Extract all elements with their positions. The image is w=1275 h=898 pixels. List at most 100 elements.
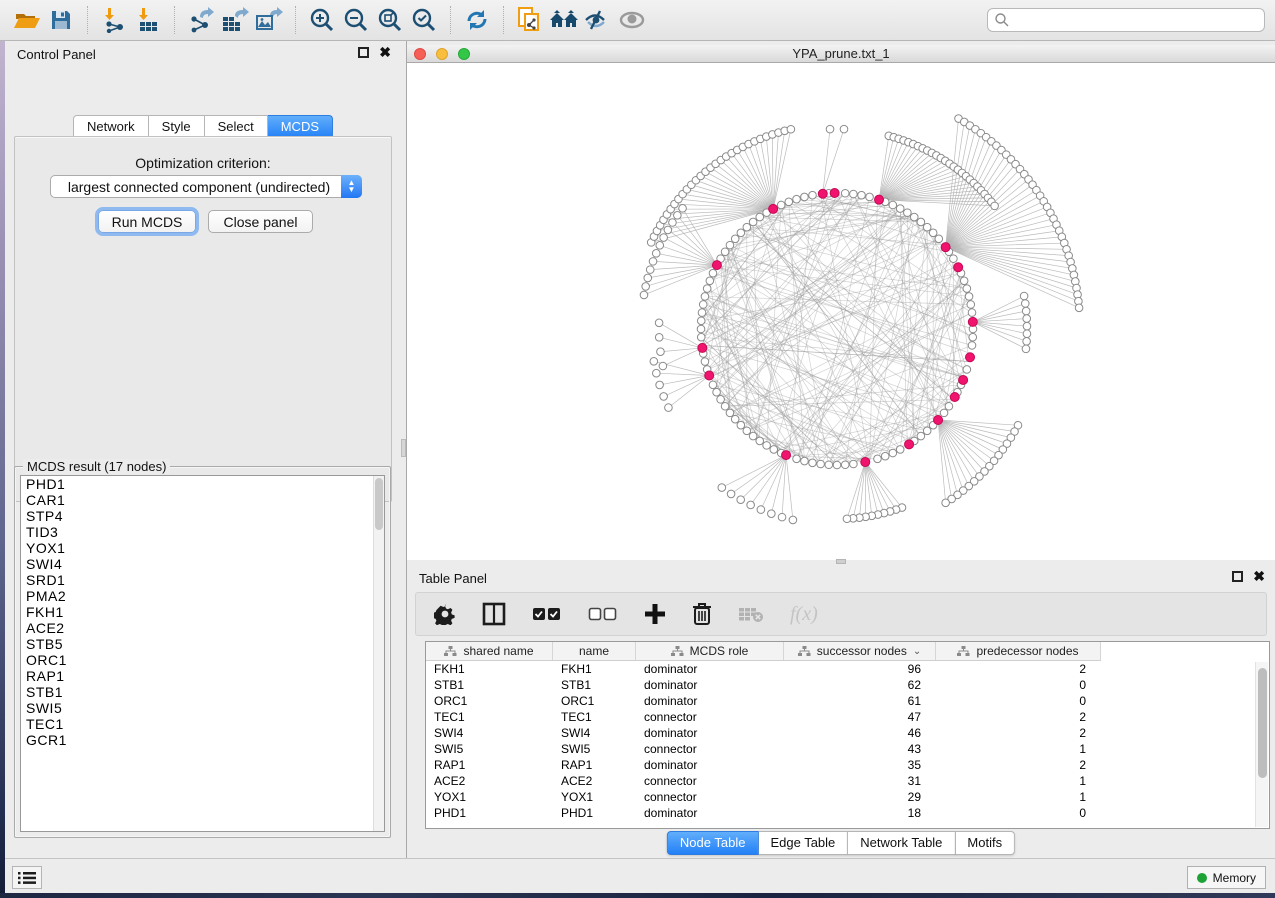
criterion-combobox[interactable]: largest connected component (undirected)… — [50, 175, 362, 198]
tab-network-table[interactable]: Network Table — [848, 831, 955, 855]
table-cell: dominator — [636, 661, 784, 677]
mcds-result-item[interactable]: GCR1 — [21, 732, 384, 748]
table-cell — [1101, 805, 1269, 821]
mcds-result-item[interactable]: PHD1 — [21, 476, 384, 492]
table-cell: SWI4 — [553, 725, 636, 741]
table-row[interactable]: STB1STB1dominator620 — [426, 677, 1269, 693]
network-overview-icon[interactable] — [547, 4, 581, 36]
close-panel-button[interactable]: Close panel — [208, 210, 313, 233]
export-image-icon[interactable] — [252, 4, 286, 36]
table-row[interactable]: RAP1RAP1dominator352 — [426, 757, 1269, 773]
memory-status-icon — [1197, 873, 1207, 883]
table-row[interactable]: TEC1TEC1connector472 — [426, 709, 1269, 725]
function-builder-icon[interactable]: f(x) — [790, 599, 818, 629]
zoom-in-icon[interactable] — [305, 4, 339, 36]
float-panel-icon[interactable] — [358, 47, 369, 58]
delete-column-icon[interactable] — [692, 599, 712, 629]
network-canvas[interactable] — [407, 63, 1275, 560]
show-details-icon[interactable] — [615, 4, 649, 36]
table-scrollbar-thumb[interactable] — [1258, 668, 1267, 778]
table-row[interactable]: SWI5SWI5connector431 — [426, 741, 1269, 757]
splitter-handle[interactable] — [401, 439, 406, 457]
table-cell — [1101, 709, 1269, 725]
column-type-icon — [444, 646, 457, 657]
table-row[interactable]: FKH1FKH1dominator962 — [426, 661, 1269, 677]
close-panel-icon[interactable]: ✖ — [1253, 571, 1265, 582]
deselect-all-icon[interactable] — [588, 599, 618, 629]
mcds-result-item[interactable]: TEC1 — [21, 716, 384, 732]
mcds-result-item[interactable]: STB1 — [21, 684, 384, 700]
column-header-name[interactable]: name — [553, 642, 636, 661]
export-network-icon[interactable] — [184, 4, 218, 36]
mcds-result-item[interactable]: STB5 — [21, 636, 384, 652]
gear-icon[interactable] — [434, 599, 456, 629]
desktop-wallpaper-bottom — [0, 893, 1275, 898]
table-cell: connector — [636, 741, 784, 757]
mcds-result-item[interactable]: RAP1 — [21, 668, 384, 684]
mcds-result-item[interactable]: TID3 — [21, 524, 384, 540]
import-table-icon[interactable] — [131, 4, 165, 36]
mcds-list-scrollbar[interactable] — [373, 476, 384, 831]
open-file-icon[interactable] — [10, 4, 44, 36]
zoom-fit-icon[interactable] — [373, 4, 407, 36]
zoom-out-icon[interactable] — [339, 4, 373, 36]
mcds-result-item[interactable]: SWI4 — [21, 556, 384, 572]
table-cell: 2 — [936, 661, 1101, 677]
zoom-selected-icon[interactable] — [407, 4, 441, 36]
duplicate-network-icon[interactable] — [513, 4, 547, 36]
mcds-result-item[interactable]: PMA2 — [21, 588, 384, 604]
column-header-successor-nodes[interactable]: successor nodes ⌄ — [784, 642, 936, 661]
table-row[interactable]: SWI4SWI4dominator462 — [426, 725, 1269, 741]
table-cell: SWI5 — [426, 741, 553, 757]
combobox-stepper-icon[interactable]: ▲▼ — [341, 175, 362, 198]
list-icon — [18, 871, 36, 885]
split-columns-icon[interactable] — [482, 599, 506, 629]
add-column-icon[interactable] — [644, 599, 666, 629]
mcds-result-item[interactable]: ORC1 — [21, 652, 384, 668]
column-header-shared-name[interactable]: shared name — [426, 642, 553, 661]
table-cell: 1 — [936, 773, 1101, 789]
table-row[interactable]: YOX1YOX1connector291 — [426, 789, 1269, 805]
table-row[interactable]: PHD1PHD1dominator180 — [426, 805, 1269, 821]
table-cell — [1101, 677, 1269, 693]
column-header-filler — [1101, 642, 1269, 661]
memory-label: Memory — [1213, 871, 1256, 885]
mcds-result-item[interactable]: SWI5 — [21, 700, 384, 716]
refresh-icon[interactable] — [460, 4, 494, 36]
run-mcds-button[interactable]: Run MCDS — [98, 210, 196, 233]
control-panel-title: Control Panel — [17, 47, 96, 62]
hide-details-icon[interactable] — [581, 4, 615, 36]
mcds-result-list[interactable]: PHD1CAR1STP4TID3YOX1SWI4SRD1PMA2FKH1ACE2… — [20, 475, 385, 832]
tab-node-table[interactable]: Node Table — [667, 831, 759, 855]
column-header-mcds-role[interactable]: MCDS role — [636, 642, 784, 661]
mcds-result-item[interactable]: SRD1 — [21, 572, 384, 588]
tab-motifs[interactable]: Motifs — [955, 831, 1015, 855]
table-cell: SWI4 — [426, 725, 553, 741]
search-input[interactable] — [1010, 13, 1258, 27]
status-bar: Memory — [5, 858, 1275, 893]
mcds-result-item[interactable]: FKH1 — [21, 604, 384, 620]
export-table-icon[interactable] — [218, 4, 252, 36]
tab-edge-table[interactable]: Edge Table — [758, 831, 848, 855]
float-panel-icon[interactable] — [1232, 571, 1243, 582]
table-row[interactable]: ACE2ACE2connector311 — [426, 773, 1269, 789]
mcds-result-item[interactable]: ACE2 — [21, 620, 384, 636]
mcds-result-item[interactable]: YOX1 — [21, 540, 384, 556]
delete-table-icon[interactable] — [738, 599, 764, 629]
table-scrollbar[interactable] — [1255, 662, 1268, 827]
search-field[interactable] — [987, 8, 1265, 32]
mcds-result-item[interactable]: CAR1 — [21, 492, 384, 508]
table-row[interactable]: ORC1ORC1dominator610 — [426, 693, 1269, 709]
save-session-icon[interactable] — [44, 4, 78, 36]
network-window-titlebar[interactable]: YPA_prune.txt_1 — [407, 45, 1275, 63]
column-header-predecessor-nodes[interactable]: predecessor nodes — [936, 642, 1101, 661]
table-cell: 62 — [784, 677, 936, 693]
import-network-icon[interactable] — [97, 4, 131, 36]
mcds-result-item[interactable]: STP4 — [21, 508, 384, 524]
table-cell: RAP1 — [426, 757, 553, 773]
select-all-icon[interactable] — [532, 599, 562, 629]
log-console-button[interactable] — [12, 866, 42, 889]
memory-button[interactable]: Memory — [1187, 866, 1266, 889]
horizontal-splitter-handle[interactable] — [836, 559, 846, 564]
close-panel-icon[interactable]: ✖ — [379, 47, 391, 58]
